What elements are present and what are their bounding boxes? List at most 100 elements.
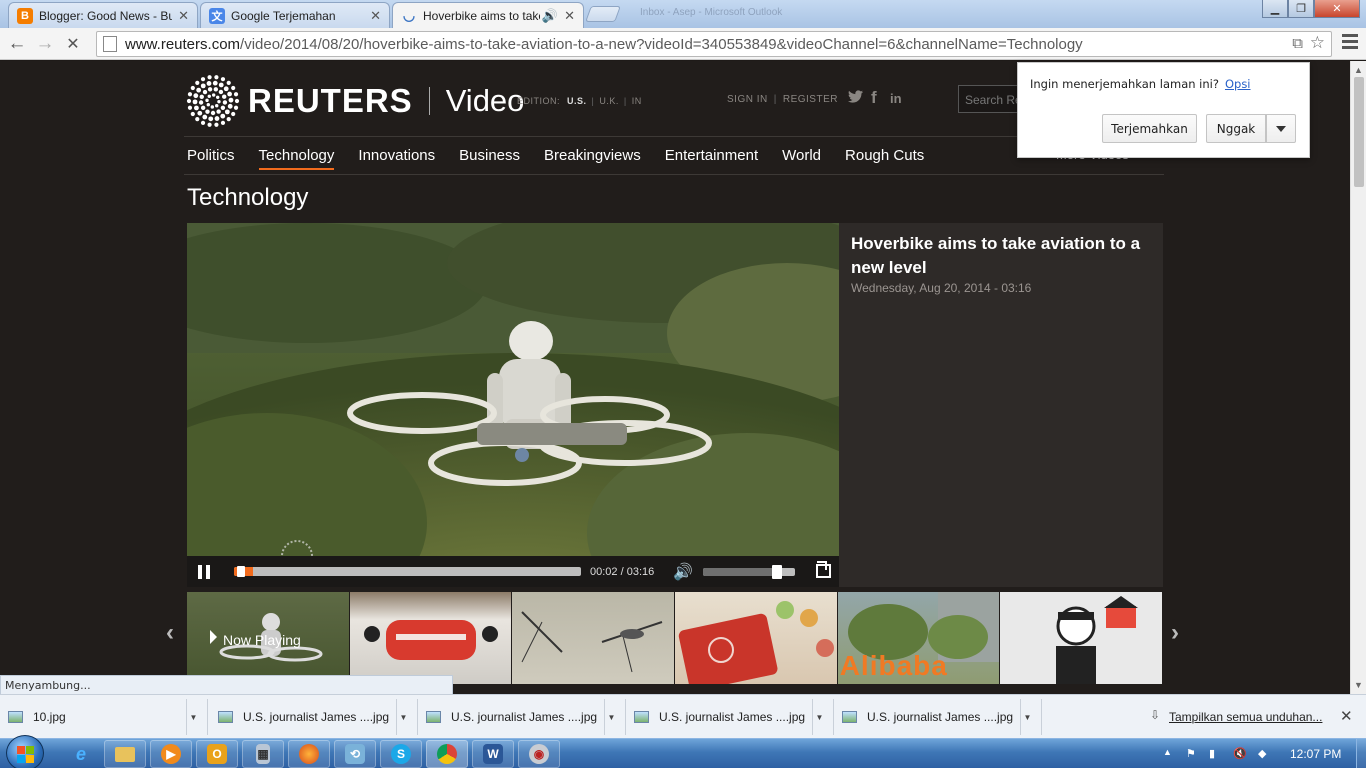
download-item[interactable]: 10.jpg ▼ [0, 699, 208, 735]
tab-blogger[interactable]: B Blogger: Good News - Buat ✕ [8, 2, 198, 28]
download-item[interactable]: U.S. journalist James ....jpg ▼ [210, 699, 418, 735]
chevron-down-icon[interactable]: ▼ [1020, 699, 1034, 735]
linkedin-icon[interactable]: in [890, 91, 902, 106]
nav-breakingviews[interactable]: Breakingviews [544, 147, 641, 169]
word-icon[interactable]: W [472, 740, 514, 768]
scroll-up-icon[interactable]: ▲ [1354, 65, 1363, 75]
chevron-down-icon[interactable]: ▼ [604, 699, 618, 735]
speaker-muted-icon[interactable]: 🔇 [1233, 747, 1247, 760]
progress-handle[interactable] [237, 566, 246, 577]
skype-icon[interactable]: S [380, 740, 422, 768]
bookmark-star-icon[interactable]: ☆ [1310, 33, 1325, 53]
start-button[interactable] [6, 735, 44, 768]
nav-technology[interactable]: Technology [258, 147, 334, 170]
minimize-button[interactable]: ▁ [1262, 0, 1288, 18]
edition-us[interactable]: U.S. [567, 96, 587, 106]
video-player[interactable] [187, 223, 839, 587]
nav-politics[interactable]: Politics [187, 147, 235, 169]
calculator-icon[interactable]: ▦ [242, 740, 284, 768]
flag-icon[interactable]: ⚑ [1186, 747, 1196, 760]
thumbnail-video[interactable] [1000, 592, 1163, 684]
pause-icon[interactable] [198, 565, 210, 579]
close-tab-icon[interactable]: ✕ [178, 8, 189, 24]
chevron-down-icon[interactable]: ▼ [812, 699, 826, 735]
reuters-logo[interactable]: REUTERS Video [186, 74, 524, 128]
logo-dot [214, 75, 219, 80]
dropbox-icon[interactable]: ◆ [1258, 747, 1266, 760]
thumbnail-video[interactable] [512, 592, 675, 684]
menu-icon[interactable] [1342, 34, 1358, 50]
no-translate-button[interactable]: Nggak [1206, 114, 1266, 143]
show-all-downloads-link[interactable]: Tampilkan semua unduhan... [1169, 710, 1322, 724]
nav-world[interactable]: World [782, 147, 821, 169]
download-item[interactable]: U.S. journalist James ....jpg ▼ [834, 699, 1042, 735]
chevron-down-icon[interactable]: ▼ [186, 699, 200, 735]
back-arrow-icon[interactable]: ← [5, 32, 29, 56]
signal-icon[interactable]: ▮ [1209, 747, 1215, 760]
nav-innovations[interactable]: Innovations [358, 147, 435, 169]
logo-dot [196, 87, 202, 93]
media-player-icon[interactable]: ▶ [150, 740, 192, 768]
stop-loading-icon[interactable]: ✕ [61, 32, 85, 56]
facebook-icon[interactable]: f [871, 88, 877, 108]
page-scrollbar[interactable]: ▲ ▼ [1350, 61, 1366, 694]
address-bar[interactable]: www.reuters.com/video/2014/08/20/hoverbi… [96, 31, 1332, 57]
internet-explorer-icon[interactable]: e [60, 740, 102, 768]
popout-icon[interactable] [816, 561, 831, 578]
close-tab-icon[interactable]: ✕ [564, 8, 575, 24]
logo-dot [190, 111, 195, 117]
audio-playing-icon: 🔊 [541, 7, 559, 23]
download-filename: U.S. journalist James ....jpg [867, 710, 1014, 724]
app-icon[interactable]: ◉ [518, 740, 560, 768]
chrome-icon[interactable] [426, 740, 468, 768]
tab-reuters-video[interactable]: ◡ Hoverbike aims to take aviation 🔊 ✕ [392, 2, 584, 28]
nav-business[interactable]: Business [459, 147, 520, 169]
close-window-button[interactable]: ✕ [1314, 0, 1360, 18]
nav-entertainment[interactable]: Entertainment [665, 147, 758, 169]
tray-expand-icon[interactable]: ▲ [1163, 747, 1172, 757]
volume-handle[interactable] [771, 565, 782, 579]
twitter-icon[interactable] [848, 90, 863, 107]
thumbnail-video[interactable]: Alibaba [837, 592, 1000, 684]
scroll-down-icon[interactable]: ▼ [1354, 680, 1363, 690]
edition-in[interactable]: IN [632, 96, 642, 106]
outlook-icon[interactable]: O [196, 740, 238, 768]
network-icon[interactable]: ⟲ [334, 740, 376, 768]
edition-uk[interactable]: U.K. [599, 96, 619, 106]
forward-arrow-icon[interactable]: → [33, 32, 57, 56]
scrollbar-thumb[interactable] [1354, 77, 1364, 187]
firefox-icon[interactable] [288, 740, 330, 768]
logo-dot [213, 87, 219, 92]
translate-icon[interactable]: ⧉ [1292, 35, 1303, 52]
logo-dot [233, 105, 239, 110]
nav-rough-cuts[interactable]: Rough Cuts [845, 147, 924, 169]
chevron-down-icon[interactable]: ▼ [396, 699, 410, 735]
maximize-button[interactable]: ❐ [1288, 0, 1314, 18]
new-tab-button[interactable] [585, 6, 621, 22]
file-explorer-icon[interactable] [104, 740, 146, 768]
translate-button[interactable]: Terjemahkan [1102, 114, 1197, 143]
download-filename: U.S. journalist James ....jpg [659, 710, 806, 724]
thumbnail-video[interactable] [675, 592, 837, 684]
register-link[interactable]: REGISTER [783, 94, 838, 105]
channel-nav: Politics Technology Innovations Business… [187, 147, 948, 170]
tab-google-translate[interactable]: 文 Google Terjemahan ✕ [200, 2, 390, 28]
thumbnail-video[interactable] [349, 592, 512, 684]
progress-bar[interactable] [234, 566, 581, 577]
logo-dot [197, 110, 203, 116]
system-clock[interactable]: 12:07 PM [1290, 747, 1341, 761]
translate-options-dropdown[interactable] [1266, 114, 1296, 143]
show-desktop-button[interactable] [1356, 739, 1366, 768]
translate-options-link[interactable]: Opsi [1225, 77, 1251, 91]
carousel-next-icon[interactable]: › [1171, 619, 1179, 647]
download-item[interactable]: U.S. journalist James ....jpg ▼ [418, 699, 626, 735]
carousel-prev-icon[interactable]: ‹ [166, 619, 174, 647]
close-tab-icon[interactable]: ✕ [370, 8, 381, 24]
volume-slider[interactable] [703, 565, 795, 579]
close-icon[interactable]: ✕ [1340, 707, 1353, 725]
sign-in-link[interactable]: SIGN IN [727, 94, 768, 105]
logo-dot [231, 111, 236, 117]
volume-icon[interactable]: 🔊 [673, 562, 693, 582]
download-item[interactable]: U.S. journalist James ....jpg ▼ [626, 699, 834, 735]
thumbnail-now-playing[interactable]: Now Playing [187, 592, 349, 684]
